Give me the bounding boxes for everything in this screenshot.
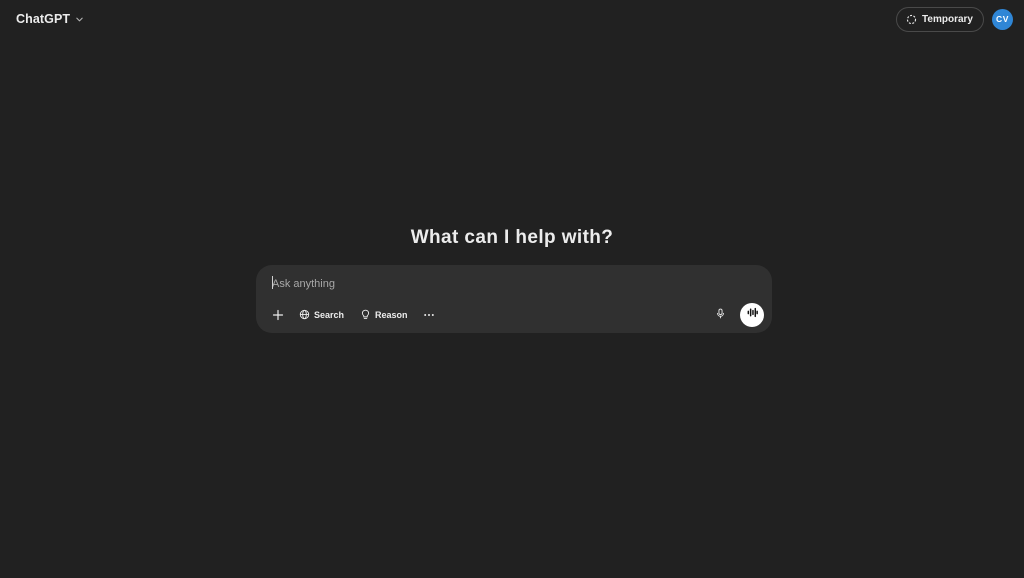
prompt-input[interactable] xyxy=(272,275,752,293)
dashed-circle-icon xyxy=(906,14,917,25)
chevron-down-icon xyxy=(75,15,84,24)
prompt-composer: Search Reason xyxy=(256,265,772,333)
search-label: Search xyxy=(314,309,345,320)
avatar[interactable]: CV xyxy=(992,8,1013,30)
attach-button[interactable] xyxy=(266,303,290,326)
temporary-chat-button[interactable]: Temporary xyxy=(896,6,984,32)
voice-mode-button[interactable] xyxy=(740,303,764,327)
temporary-chat-label: Temporary xyxy=(922,13,973,25)
plus-icon xyxy=(272,309,284,321)
lightbulb-icon xyxy=(360,309,371,320)
top-bar: ChatGPT Temporary CV xyxy=(0,0,1024,38)
app-window: ChatGPT Temporary CV What can I help wit… xyxy=(0,0,1024,578)
header-actions: Temporary CV xyxy=(896,6,1013,32)
composer-right-tools xyxy=(710,303,764,327)
reason-label: Reason xyxy=(375,309,408,320)
model-selector[interactable]: ChatGPT xyxy=(16,12,84,26)
composer-tools: Search Reason xyxy=(266,303,441,326)
reason-button[interactable]: Reason xyxy=(353,303,415,326)
page-title: What can I help with? xyxy=(410,227,614,248)
text-caret xyxy=(272,276,273,289)
voice-waveform-icon xyxy=(746,306,759,324)
globe-icon xyxy=(299,309,310,320)
more-icon xyxy=(423,309,435,321)
search-button[interactable]: Search xyxy=(292,303,351,326)
more-tools-button[interactable] xyxy=(417,303,441,326)
dictate-button[interactable] xyxy=(710,305,730,325)
microphone-icon xyxy=(715,306,726,324)
model-name: ChatGPT xyxy=(16,12,71,26)
